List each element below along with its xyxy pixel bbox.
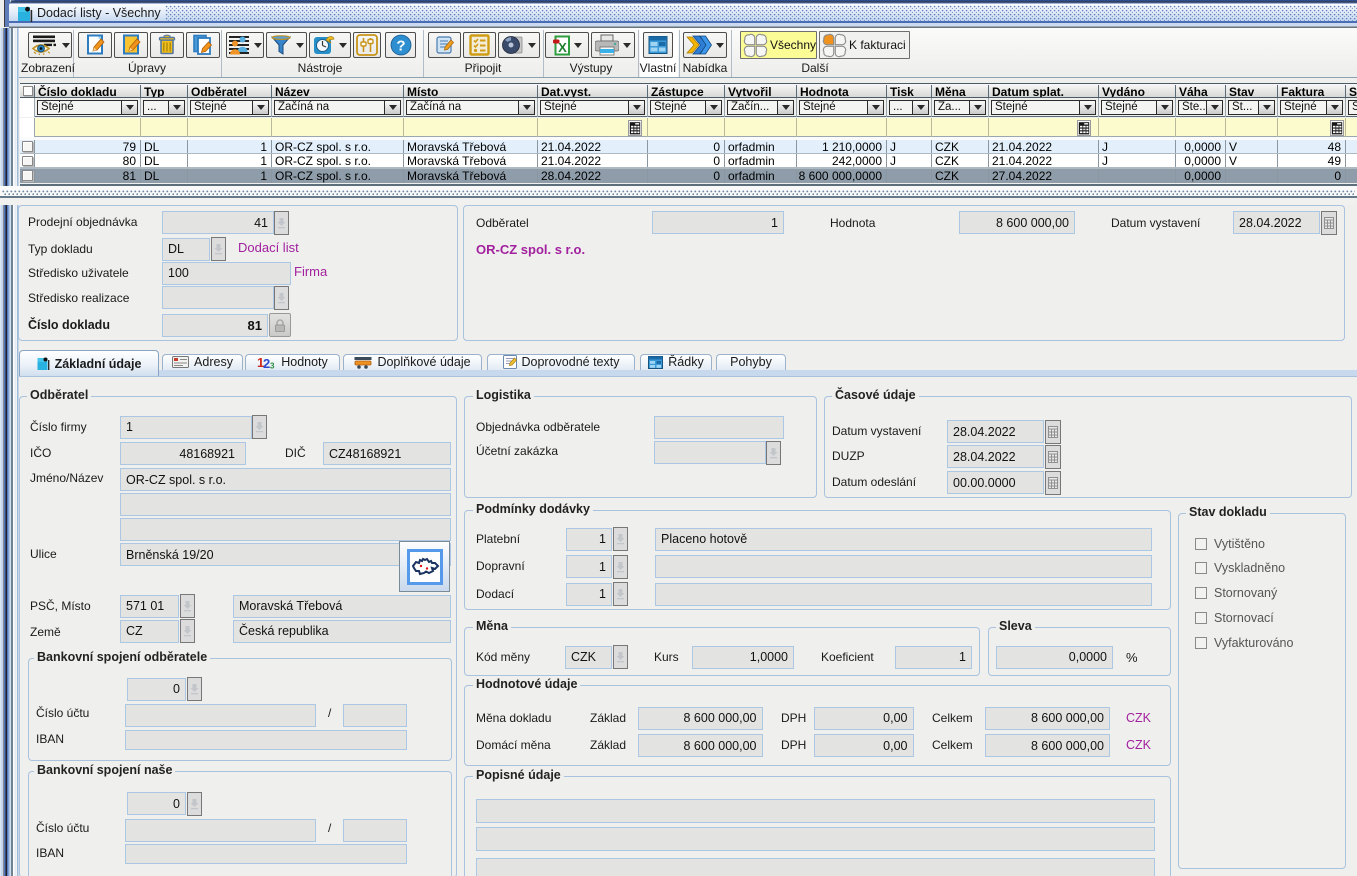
svg-text:X: X xyxy=(558,40,567,55)
svg-text:?: ? xyxy=(396,38,405,55)
svg-text:3: 3 xyxy=(270,362,275,370)
